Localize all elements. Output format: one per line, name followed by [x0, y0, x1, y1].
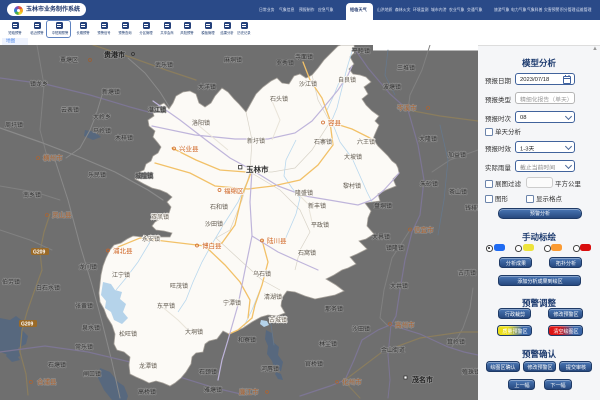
svg-text:玉林市: 玉林市 [246, 164, 269, 174]
svg-text:新圩镇: 新圩镇 [247, 137, 265, 145]
svg-text:镇隆镇: 镇隆镇 [386, 244, 404, 252]
svg-text:大坡镇: 大坡镇 [344, 153, 362, 161]
svg-text:木梓镇: 木梓镇 [115, 134, 133, 142]
svg-text:黎村镇: 黎村镇 [343, 182, 361, 190]
svg-text:兴业县: 兴业县 [179, 144, 199, 153]
svg-text:乐民镇: 乐民镇 [88, 171, 106, 179]
svg-text:旺茂镇: 旺茂镇 [170, 282, 188, 290]
svg-text:张黄镇: 张黄镇 [75, 302, 93, 310]
svg-text:横州市: 横州市 [43, 153, 63, 162]
svg-text:罗秀镇: 罗秀镇 [276, 59, 294, 67]
svg-text:高州市: 高州市 [395, 320, 415, 329]
svg-text:平政镇: 平政镇 [311, 221, 329, 229]
svg-text:洛阳镇: 洛阳镇 [192, 119, 210, 127]
svg-text:箕岭镇: 箕岭镇 [447, 338, 465, 346]
svg-text:和寮镇: 和寮镇 [238, 336, 256, 344]
svg-text:朱砂镇: 朱砂镇 [420, 180, 438, 188]
svg-text:大岭乡: 大岭乡 [93, 113, 111, 121]
svg-text:茂名市: 茂名市 [412, 375, 433, 384]
svg-text:沙田镇: 沙田镇 [205, 220, 223, 228]
svg-text:G209: G209 [33, 250, 45, 256]
svg-text:六王镇: 六王镇 [357, 138, 375, 146]
svg-text:湛江镇: 湛江镇 [148, 106, 166, 114]
svg-text:松旺镇: 松旺镇 [119, 330, 137, 338]
svg-text:永安镇: 永安镇 [142, 235, 160, 243]
svg-text:白石水镇: 白石水镇 [36, 284, 60, 292]
svg-text:隆盛镇: 隆盛镇 [295, 189, 313, 197]
svg-text:沙江镇: 沙江镇 [299, 80, 317, 88]
svg-text:大垌镇: 大垌镇 [185, 328, 203, 336]
svg-text:自良镇: 自良镇 [338, 76, 356, 84]
svg-text:贵港市: 贵港市 [104, 50, 125, 59]
svg-text:伯劳镇: 伯劳镇 [2, 278, 20, 286]
svg-text:石塘镇: 石塘镇 [48, 361, 66, 369]
svg-text:福绵区: 福绵区 [224, 186, 244, 195]
svg-text:宁潭镇: 宁潭镇 [223, 299, 241, 307]
svg-text:寺面镇: 寺面镇 [295, 53, 313, 61]
svg-text:泉水镇: 泉水镇 [82, 324, 100, 332]
svg-text:大隆镇: 大隆镇 [419, 135, 437, 143]
svg-text:平睦镇: 平睦镇 [352, 47, 370, 55]
svg-text:双凤镇: 双凤镇 [151, 213, 169, 221]
svg-text:龙潭镇: 龙潭镇 [139, 362, 157, 370]
svg-text:石和镇: 石和镇 [210, 203, 228, 211]
svg-text:石寨镇: 石寨镇 [314, 138, 332, 146]
svg-text:古丁镇: 古丁镇 [458, 269, 476, 277]
svg-text:龙门镇: 龙门镇 [79, 263, 97, 271]
svg-text:马岭镇: 马岭镇 [93, 127, 111, 135]
svg-text:灵山县: 灵山县 [52, 210, 72, 219]
svg-text:石窝镇: 石窝镇 [298, 249, 316, 257]
svg-text:合浦县: 合浦县 [37, 377, 57, 386]
svg-text:周圩镇: 周圩镇 [5, 121, 23, 129]
svg-text:石头镇: 石头镇 [270, 95, 288, 103]
svg-text:大井镇: 大井镇 [390, 282, 408, 290]
svg-text:陆川县: 陆川县 [267, 236, 287, 245]
svg-text:古城镇: 古城镇 [269, 316, 287, 324]
svg-text:石颈镇: 石颈镇 [199, 368, 217, 376]
svg-text:三堆镇: 三堆镇 [397, 64, 415, 72]
svg-text:麻垌镇: 麻垌镇 [224, 56, 242, 64]
svg-text:加益镇: 加益镇 [448, 151, 466, 159]
svg-text:信宜市: 信宜市 [414, 225, 434, 234]
svg-text:常乐镇: 常乐镇 [75, 343, 93, 351]
svg-text:波塘镇: 波塘镇 [383, 83, 401, 91]
svg-text:茶山镇: 茶山镇 [449, 188, 467, 196]
svg-text:闸口镇: 闸口镇 [83, 370, 101, 378]
svg-text:大洋镇: 大洋镇 [198, 83, 216, 91]
svg-text:殖珠镇: 殖珠镇 [462, 368, 478, 376]
svg-text:新塘镇: 新塘镇 [102, 88, 120, 96]
svg-text:江宁镇: 江宁镇 [112, 271, 130, 279]
svg-text:清湖镇: 清湖镇 [264, 293, 282, 301]
svg-text:云表镇: 云表镇 [61, 106, 79, 114]
svg-text:G209: G209 [21, 322, 33, 328]
svg-text:林尘镇: 林尘镇 [319, 340, 337, 348]
svg-text:化州市: 化州市 [342, 377, 362, 386]
svg-text:钱排镇: 钱排镇 [465, 204, 478, 212]
svg-text:高桥镇: 高桥镇 [138, 388, 156, 396]
svg-text:沙田镇: 沙田镇 [352, 325, 370, 333]
svg-text:官桥镇: 官桥镇 [305, 360, 323, 368]
svg-text:浦北县: 浦北县 [113, 246, 133, 255]
svg-text:乌石镇: 乌石镇 [253, 270, 271, 278]
svg-text:覃塘区: 覃塘区 [60, 56, 78, 64]
svg-text:东平镇: 东平镇 [157, 302, 175, 310]
svg-text:盘垌镇: 盘垌镇 [374, 202, 392, 210]
svg-text:城隍镇: 城隍镇 [135, 172, 153, 180]
svg-text:雅塘镇: 雅塘镇 [204, 386, 222, 394]
svg-text:河唇镇: 河唇镇 [261, 365, 279, 373]
svg-text:容县: 容县 [328, 118, 342, 127]
svg-text:金山街道: 金山街道 [381, 346, 405, 354]
svg-text:大界镇: 大界镇 [372, 233, 390, 241]
svg-text:新丰镇: 新丰镇 [308, 202, 326, 210]
svg-text:那务镇: 那务镇 [325, 305, 343, 313]
svg-text:博白县: 博白县 [202, 241, 222, 250]
svg-text:镇龙乡: 镇龙乡 [30, 80, 48, 88]
svg-text:武乐镇: 武乐镇 [155, 61, 173, 69]
svg-text:南乡镇: 南乡镇 [23, 191, 41, 199]
svg-text:廉江市: 廉江市 [239, 387, 259, 396]
svg-text:岑溪市: 岑溪市 [397, 103, 417, 112]
